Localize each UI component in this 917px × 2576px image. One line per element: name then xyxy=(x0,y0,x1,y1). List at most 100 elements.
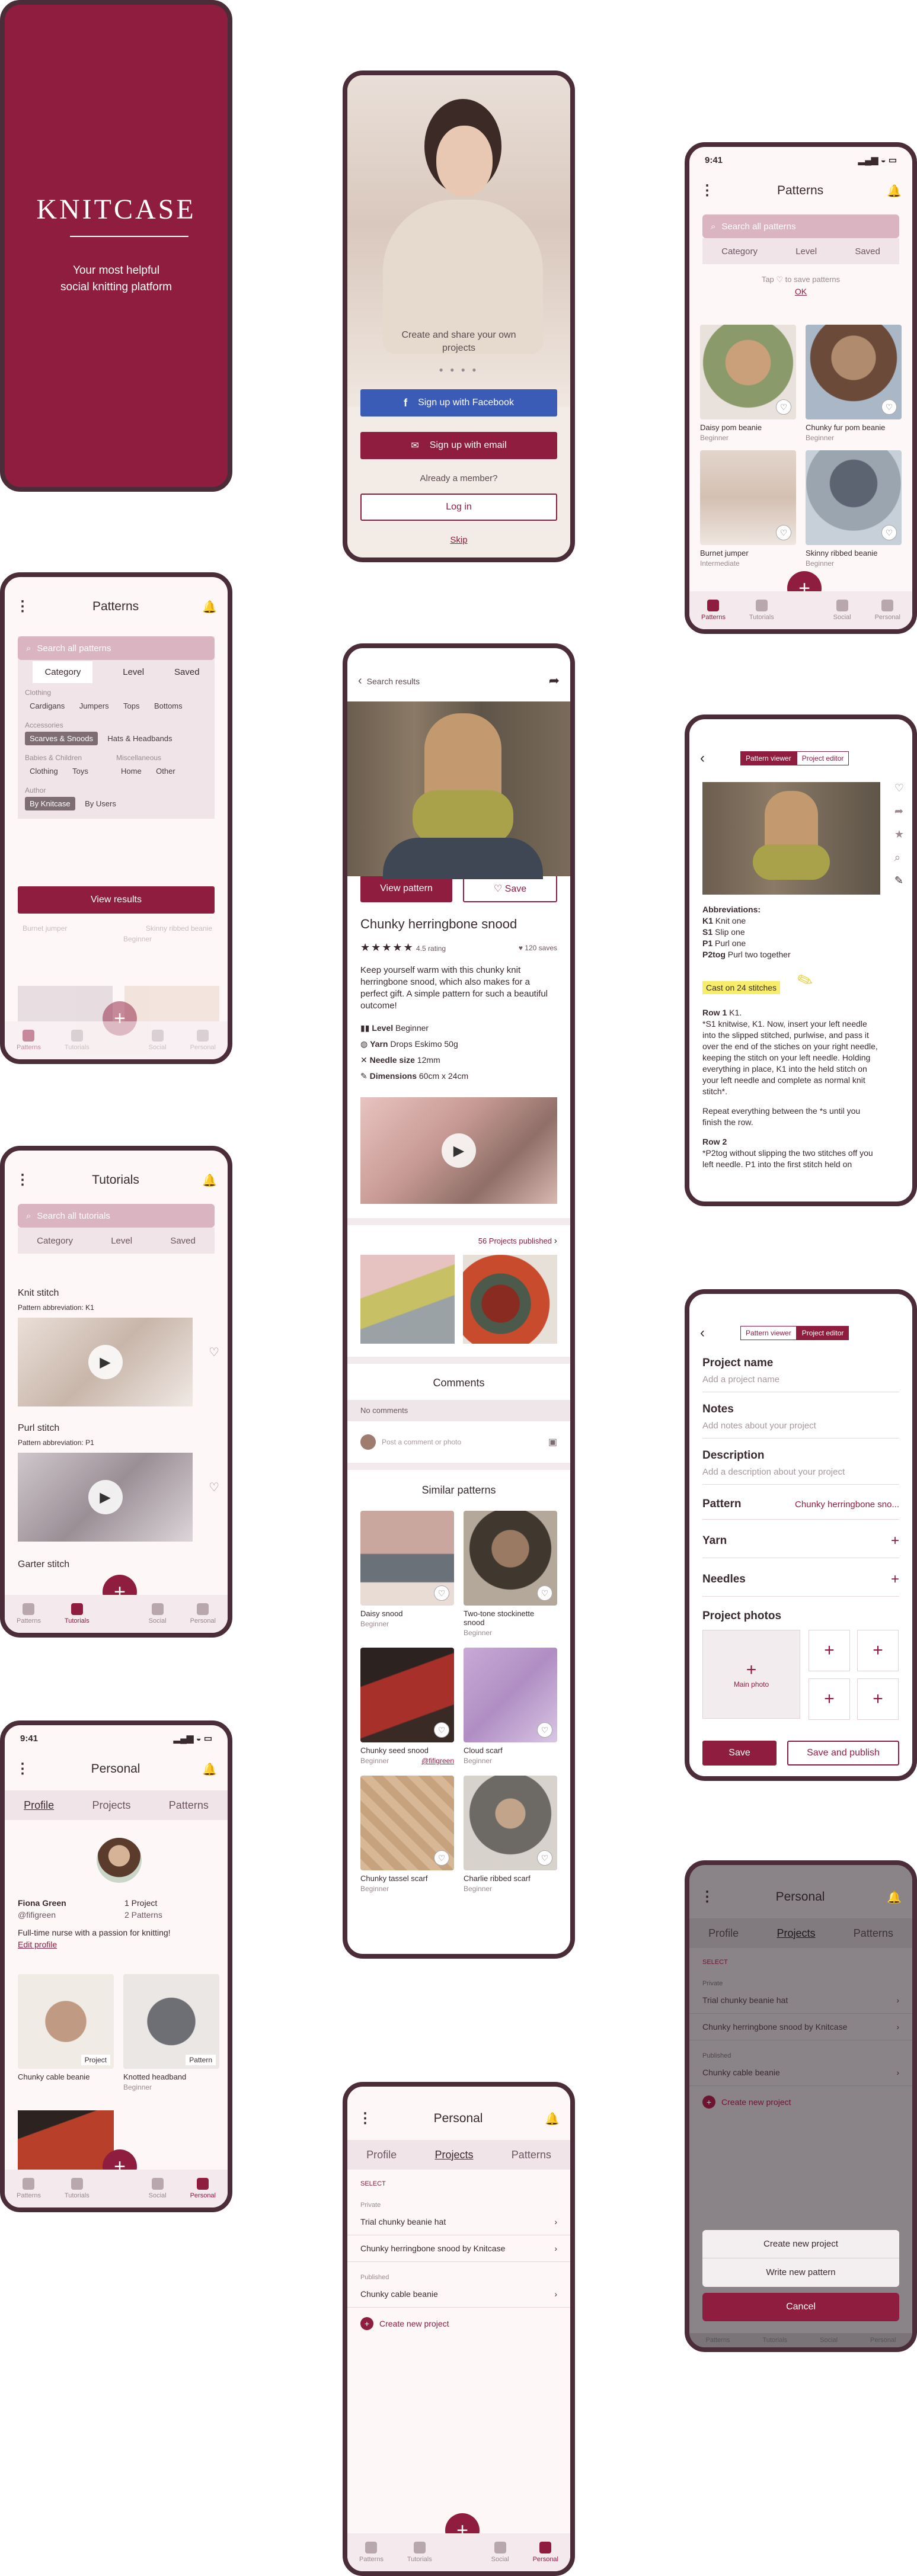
project-row[interactable]: Chunky herringbone snood by Knitcase › xyxy=(689,2014,912,2040)
tab-level[interactable]: Level xyxy=(123,667,144,677)
tab-profile[interactable]: Profile xyxy=(24,1799,54,1812)
login-button[interactable]: Log in xyxy=(360,494,557,521)
menu-dots-icon[interactable]: ⋮ xyxy=(15,1762,30,1776)
tab-saved[interactable]: Saved xyxy=(174,667,200,677)
heart-icon[interactable]: ♡ xyxy=(434,1585,449,1601)
chip[interactable]: Home xyxy=(116,764,146,778)
project-row[interactable]: Chunky herringbone snood by Knitcase › xyxy=(347,2235,570,2262)
tab-project-editor[interactable]: Project editor xyxy=(796,1326,849,1340)
highlighter-icon[interactable]: ✎ xyxy=(894,874,904,887)
similar-card[interactable]: ♡ Two-tone stockinette snood Beginner xyxy=(464,1511,557,1637)
menu-dots-icon[interactable]: ⋮ xyxy=(700,1890,714,1904)
similar-card[interactable]: ♡ Chunky seed snood Beginner @fifigreen xyxy=(360,1648,454,1765)
project-thumb[interactable] xyxy=(463,1255,557,1344)
bell-icon[interactable]: 🔔 xyxy=(202,600,217,614)
tab-personal[interactable]: Personal xyxy=(870,2337,896,2344)
email-signup-button[interactable]: ✉ Sign up with email xyxy=(360,432,557,459)
project-thumb[interactable] xyxy=(360,1255,455,1344)
save-project-button[interactable]: Save xyxy=(702,1741,777,1766)
tab-tutorials[interactable]: Tutorials xyxy=(407,2542,432,2563)
tab-patterns[interactable]: Patterns xyxy=(359,2542,384,2563)
profile-card[interactable]: Project Chunky cable beanie xyxy=(18,1974,114,2091)
heart-icon[interactable]: ♡ xyxy=(881,525,897,540)
similar-card[interactable]: ♡ Chunky tassel scarf Beginner xyxy=(360,1776,454,1893)
tab-profile[interactable]: Profile xyxy=(708,1927,739,1940)
facebook-signup-button[interactable]: f Sign up with Facebook xyxy=(360,389,557,416)
filter-category[interactable]: Category xyxy=(721,246,758,257)
bell-icon[interactable]: 🔔 xyxy=(887,184,902,198)
chip[interactable]: By Users xyxy=(80,797,121,810)
tab-personal[interactable]: Personal xyxy=(190,1030,216,1051)
filter-saved[interactable]: Saved xyxy=(170,1236,196,1246)
tab-social[interactable]: Social xyxy=(149,1603,167,1625)
pattern-card[interactable]: ♡ Daisy pom beanie Beginner xyxy=(700,325,796,442)
play-icon[interactable]: ▶ xyxy=(442,1133,476,1168)
chevron-left-icon[interactable]: ‹ xyxy=(700,1325,705,1341)
tab-social[interactable]: Social xyxy=(149,2178,167,2199)
tutorial-item[interactable]: Knit stitch Pattern abbreviation: K1 ▶ ♡ xyxy=(18,1288,219,1406)
field-project-name[interactable]: Project name Add a project name xyxy=(702,1357,899,1392)
project-row[interactable]: Chunky cable beanie › xyxy=(689,2059,912,2086)
comment-input[interactable]: Post a comment or photo xyxy=(382,1438,542,1446)
chip[interactable]: Toys xyxy=(68,764,93,778)
tab-patterns[interactable]: Patterns xyxy=(701,600,726,621)
tab-category[interactable]: Category xyxy=(33,661,93,683)
tab-projects[interactable]: Projects xyxy=(92,1799,130,1812)
tab-tutorials[interactable]: Tutorials xyxy=(65,2178,90,2199)
similar-card[interactable]: ♡ Cloud scarf Beginner xyxy=(464,1648,557,1765)
photo-slot[interactable]: + xyxy=(857,1630,899,1671)
photo-slot[interactable]: + xyxy=(857,1678,899,1720)
add-needles-icon[interactable]: + xyxy=(891,1571,899,1588)
main-photo-slot[interactable]: + Main photo xyxy=(702,1630,800,1719)
tab-patterns[interactable]: Patterns xyxy=(17,1603,41,1625)
tutorial-item[interactable]: Garter stitch xyxy=(18,1559,219,1570)
video-player[interactable]: ▶ xyxy=(360,1097,557,1204)
chip[interactable]: Other xyxy=(151,764,180,778)
search-bar[interactable]: ⌕ Search all patterns xyxy=(702,214,899,238)
tab-tutorials[interactable]: Tutorials xyxy=(65,1030,90,1051)
view-results-button[interactable]: View results xyxy=(18,886,215,914)
search-bar[interactable]: ⌕ Search all patterns xyxy=(18,636,215,660)
tutorial-video[interactable]: ▶ xyxy=(18,1318,193,1406)
tab-projects[interactable]: Projects xyxy=(434,2149,473,2161)
tutorial-video[interactable]: ▶ xyxy=(18,1453,193,1542)
tab-patterns[interactable]: Patterns xyxy=(512,2149,551,2161)
play-icon[interactable]: ▶ xyxy=(88,1480,123,1514)
image-icon[interactable]: ▣ xyxy=(548,1436,557,1448)
heart-icon[interactable]: ♡ xyxy=(209,1345,219,1360)
tab-social[interactable]: Social xyxy=(149,1030,167,1051)
filter-category[interactable]: Category xyxy=(37,1236,73,1246)
share-icon[interactable]: ➦ xyxy=(549,673,560,688)
cancel-button[interactable]: Cancel xyxy=(702,2293,899,2321)
tab-tutorials[interactable]: Tutorials xyxy=(65,1603,90,1625)
menu-dots-icon[interactable]: ⋮ xyxy=(358,2112,372,2126)
filter-level[interactable]: Level xyxy=(111,1236,132,1246)
pattern-card[interactable]: ♡ Burnet jumper Intermediate xyxy=(700,450,796,568)
edit-profile-link[interactable]: Edit profile xyxy=(18,1939,219,1950)
similar-card[interactable]: ♡ Daisy snood Beginner xyxy=(360,1511,454,1637)
tab-patterns[interactable]: Patterns xyxy=(854,1927,893,1940)
field-notes[interactable]: Notes Add notes about your project xyxy=(702,1392,899,1438)
heart-icon[interactable]: ♡ xyxy=(209,1480,219,1495)
bell-icon[interactable]: 🔔 xyxy=(202,1762,217,1777)
tab-social[interactable]: Social xyxy=(820,2337,838,2344)
tab-pattern-viewer[interactable]: Pattern viewer xyxy=(740,1326,797,1340)
chip-selected[interactable]: By Knitcase xyxy=(25,797,75,810)
skip-link[interactable]: Skip xyxy=(347,535,570,545)
heart-icon[interactable]: ♡ xyxy=(537,1722,552,1738)
description-input[interactable]: Add a description about your project xyxy=(702,1467,899,1477)
heart-icon[interactable]: ♡ xyxy=(776,399,791,415)
field-yarn[interactable]: Yarn + xyxy=(702,1520,899,1558)
tab-projects[interactable]: Projects xyxy=(777,1927,815,1940)
chip[interactable]: Hats & Headbands xyxy=(103,732,177,745)
heart-icon[interactable]: ♡ xyxy=(776,525,791,540)
play-icon[interactable]: ▶ xyxy=(88,1345,123,1379)
bell-icon[interactable]: 🔔 xyxy=(202,1173,217,1188)
tab-patterns[interactable]: Patterns xyxy=(705,2337,730,2344)
heart-icon[interactable]: ♡ xyxy=(894,782,904,794)
action-create-project[interactable]: Create new project xyxy=(702,2230,899,2258)
tab-patterns[interactable]: Patterns xyxy=(17,2178,41,2199)
tab-project-editor[interactable]: Project editor xyxy=(796,751,849,765)
heart-icon[interactable]: ♡ xyxy=(881,399,897,415)
projects-published-link[interactable]: 56 Projects published › xyxy=(347,1225,570,1247)
